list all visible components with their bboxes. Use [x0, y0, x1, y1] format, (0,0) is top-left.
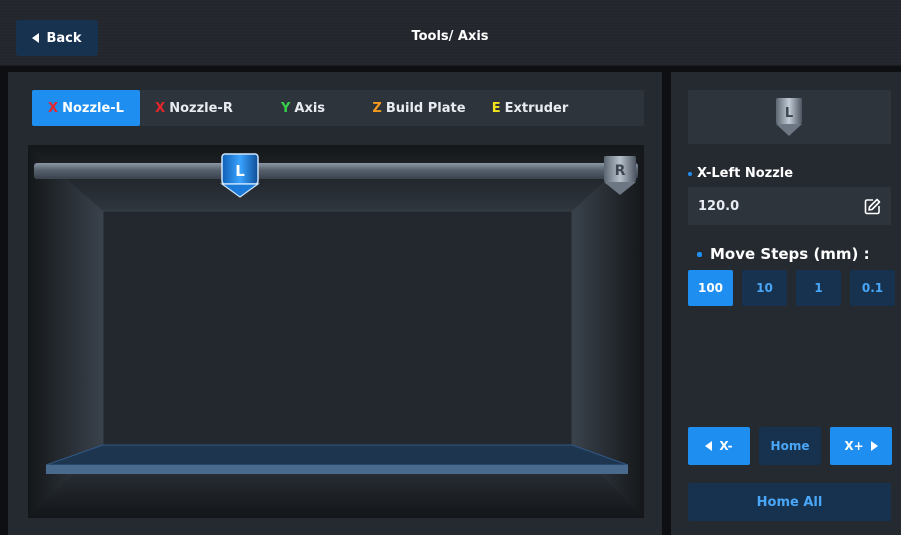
move-steps-title: Move Steps (mm) : — [697, 245, 870, 263]
tab-nozzle-l[interactable]: X Nozzle-L — [32, 90, 140, 126]
nozzle-left-letter: L — [235, 162, 245, 180]
tab-axis-letter: X — [155, 100, 166, 116]
tab-axis-letter: Z — [372, 100, 382, 116]
x-plus-button[interactable]: X+ — [830, 427, 892, 465]
arrow-left-icon — [705, 441, 713, 451]
top-bar: Back Tools/ Axis — [0, 0, 901, 66]
home-all-button[interactable]: Home All — [688, 483, 891, 521]
step-10-button[interactable]: 10 — [742, 270, 787, 306]
tab-axis-letter: X — [48, 100, 59, 116]
move-steps-label: Move Steps (mm) : — [710, 245, 870, 263]
axis-tabs: X Nozzle-L X Nozzle-R Y Axis Z Build Pla… — [32, 90, 644, 126]
preview-letter: L — [785, 106, 793, 121]
nozzle-right-icon[interactable]: R — [602, 155, 638, 197]
nozzle-right-letter: R — [615, 163, 626, 179]
tab-label: Axis — [294, 100, 326, 116]
x-minus-button[interactable]: X- — [688, 427, 750, 465]
arrow-right-icon — [870, 441, 878, 451]
position-value: 120.0 — [698, 198, 740, 214]
tab-axis-letter: Y — [280, 100, 291, 116]
tab-label: Extruder — [504, 100, 569, 116]
home-x-button[interactable]: Home — [759, 427, 821, 465]
nozzle-left-icon[interactable]: L — [220, 153, 260, 199]
page-title: Tools/ Axis — [411, 29, 489, 44]
tab-label: Nozzle-L — [62, 100, 124, 116]
printer-chamber-illustration — [28, 145, 644, 518]
step-size-selector: 100 10 1 0.1 — [688, 270, 895, 306]
x-minus-label: X- — [719, 439, 733, 453]
edit-icon[interactable] — [864, 198, 881, 215]
selected-nozzle-preview: L — [688, 90, 891, 144]
tab-axis-letter: E — [491, 100, 501, 116]
x-plus-label: X+ — [844, 439, 864, 453]
x-axis-rail — [34, 163, 638, 179]
field-label: X-Left Nozzle — [688, 166, 793, 181]
back-arrow-icon — [32, 33, 40, 43]
step-100-button[interactable]: 100 — [688, 270, 733, 306]
tab-z-build-plate[interactable]: Z Build Plate — [358, 90, 480, 126]
position-value-field[interactable]: 120.0 — [688, 187, 891, 225]
tab-nozzle-r[interactable]: X Nozzle-R — [140, 90, 248, 126]
tab-e-extruder[interactable]: E Extruder — [480, 90, 580, 126]
bullet-icon — [697, 251, 702, 257]
jog-controls: X- Home X+ — [688, 427, 892, 465]
axis-control-panel: L X-Left Nozzle 120.0 Move Steps (mm) : … — [671, 72, 901, 535]
step-0-1-button[interactable]: 0.1 — [850, 270, 895, 306]
back-label: Back — [46, 30, 82, 46]
nozzle-left-preview-icon: L — [776, 98, 802, 136]
bullet-icon — [688, 171, 692, 176]
step-1-button[interactable]: 1 — [796, 270, 841, 306]
back-button[interactable]: Back — [16, 20, 98, 56]
printer-scene: L R — [28, 145, 644, 518]
tab-y-axis[interactable]: Y Axis — [248, 90, 358, 126]
tab-label: Build Plate — [385, 100, 466, 116]
axis-view-panel: X Nozzle-L X Nozzle-R Y Axis Z Build Pla… — [8, 72, 662, 535]
field-label-text: X-Left Nozzle — [697, 166, 794, 181]
tab-label: Nozzle-R — [169, 100, 233, 116]
